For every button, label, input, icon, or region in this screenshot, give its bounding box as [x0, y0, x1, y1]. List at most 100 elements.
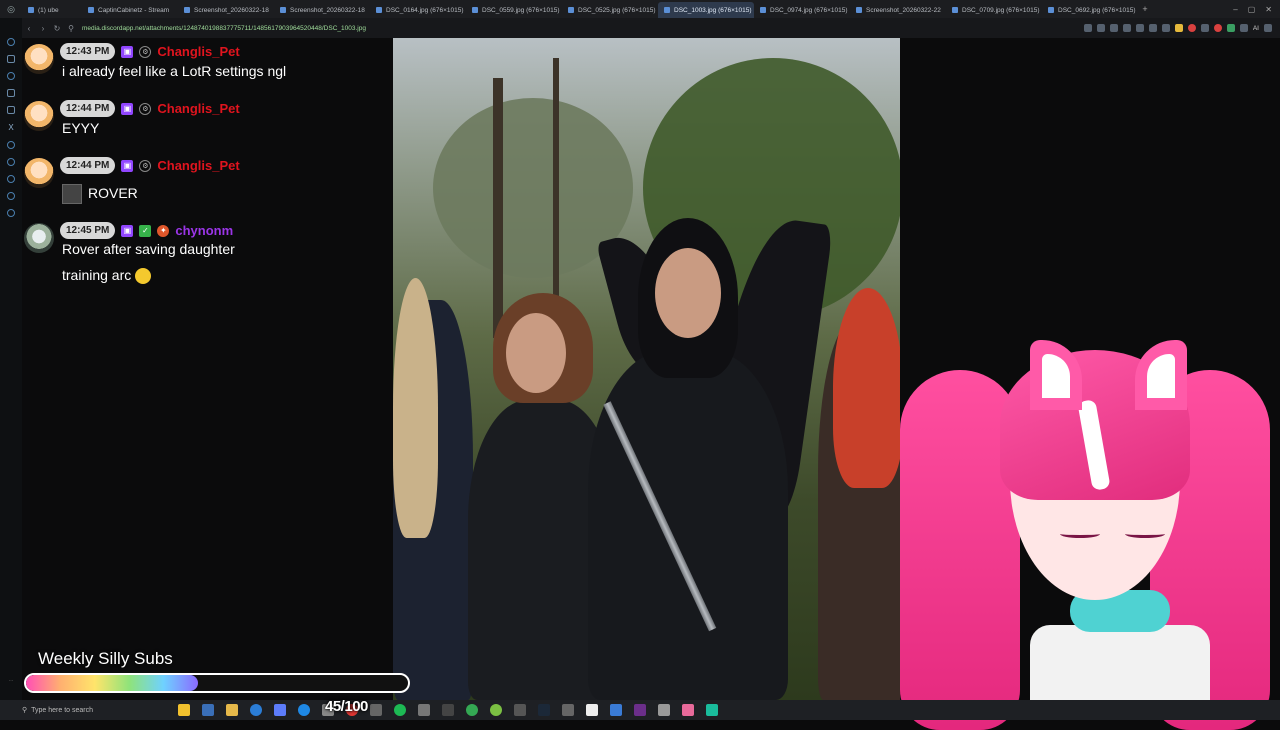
browser-tab[interactable]: DSC_0692.jpg (676×1015): [1042, 2, 1138, 18]
rail-clock-icon[interactable]: [7, 192, 15, 200]
moderator-badge-icon: ⚙: [139, 45, 152, 58]
search-icon: ⚲: [22, 707, 28, 714]
tab-favicon-icon: [856, 7, 862, 13]
avatar: [24, 158, 54, 188]
reload-icon[interactable]: ↻: [50, 24, 64, 33]
ai-button[interactable]: AI: [1253, 25, 1259, 32]
chrome-icon[interactable]: [466, 704, 478, 716]
tab-favicon-icon: [472, 7, 478, 13]
chat-username: Changlis_Pet: [157, 158, 240, 173]
search-input[interactable]: Type here to search: [31, 707, 93, 714]
app-icon[interactable]: [658, 704, 670, 716]
extension-toolbar: AI: [1083, 24, 1280, 32]
browser-tab[interactable]: DSC_0709.jpg (676×1015): [946, 2, 1042, 18]
steam-icon[interactable]: [538, 704, 550, 716]
browser-tab-strip: ◎ (1) ube CaptinCabinetz - Stream Screensh…: [0, 0, 1280, 18]
app-icon[interactable]: [490, 704, 502, 716]
browser-tab[interactable]: DSC_0525.jpg (676×1015): [562, 2, 658, 18]
download-icon[interactable]: [1096, 24, 1105, 32]
site-info-icon[interactable]: ⚲: [64, 24, 78, 33]
extensions-puzzle-icon[interactable]: [1239, 24, 1248, 32]
twitch-badge-icon: ▣: [121, 102, 134, 115]
browser-tab[interactable]: Screenshot_20260322-22: [850, 2, 946, 18]
browser-tab[interactable]: (1) ube: [22, 2, 82, 18]
extension-icon[interactable]: [1200, 24, 1209, 32]
moderator-badge-icon: ⚙: [139, 102, 152, 115]
forward-icon[interactable]: ›: [36, 24, 50, 33]
person-figure: [588, 350, 788, 700]
favorite-icon[interactable]: [1161, 24, 1170, 32]
browser-tab[interactable]: DSC_0164.jpg (676×1015): [370, 2, 466, 18]
browser-tab[interactable]: Screenshot_20260322-18: [178, 2, 274, 18]
chat-message-text: Rover after saving daughter: [62, 241, 235, 257]
browser-icon[interactable]: [250, 704, 262, 716]
new-tab-button[interactable]: +: [1138, 4, 1152, 14]
rail-messenger-icon[interactable]: [7, 89, 15, 97]
tab-label: DSC_0164.jpg (676×1015): [386, 6, 464, 14]
spotify-icon[interactable]: [394, 704, 406, 716]
tab-label: DSC_0974.jpg (676×1015): [770, 6, 848, 14]
windows-taskbar: ⚲ Type here to search: [0, 700, 1280, 720]
face-shape: [655, 248, 721, 338]
url-field[interactable]: media.discordapp.net/attachments/1248740…: [82, 25, 366, 32]
sparkle-icon[interactable]: [178, 704, 190, 716]
share-icon[interactable]: [1148, 24, 1157, 32]
browser-tab[interactable]: Screenshot_20260322-18: [274, 2, 370, 18]
folder-icon[interactable]: [226, 704, 238, 716]
app-icon[interactable]: [442, 704, 454, 716]
browser-tab[interactable]: DSC_1003.jpg (676×1015): [658, 2, 754, 18]
app-icon[interactable]: [610, 704, 622, 716]
cat-ear-icon: [1135, 340, 1187, 410]
tab-favicon-icon: [184, 7, 190, 13]
twitch-badge-icon: ▣: [121, 224, 134, 237]
app-icon[interactable]: [562, 704, 574, 716]
emoji-face-icon: [135, 268, 152, 285]
app-icon[interactable]: [514, 704, 526, 716]
rail-downloads-icon[interactable]: [7, 158, 15, 166]
play-icon[interactable]: [1135, 24, 1144, 32]
extension-green-icon[interactable]: [1226, 24, 1235, 32]
app-icon[interactable]: [370, 704, 382, 716]
browser-menu-icon[interactable]: ◎: [0, 0, 22, 18]
rail-notes-icon[interactable]: [7, 175, 15, 183]
taskview-icon[interactable]: [202, 704, 214, 716]
extension-record-icon[interactable]: [1213, 24, 1222, 32]
flame-badge-icon: ✦: [157, 224, 170, 237]
back-icon[interactable]: ‹: [22, 24, 36, 33]
app-icon[interactable]: [274, 704, 286, 716]
extension-bulb-icon[interactable]: [1174, 24, 1183, 32]
face-shape: [506, 313, 566, 393]
rail-more-icon[interactable]: ⋯: [9, 678, 14, 684]
minimize-icon[interactable]: –: [1233, 5, 1237, 14]
tab-favicon-icon: [88, 7, 94, 13]
maximize-icon[interactable]: ▢: [1248, 5, 1256, 14]
goal-progress-bar: [24, 673, 410, 693]
taskbar-search[interactable]: ⚲ Type here to search: [22, 702, 172, 718]
app-icon[interactable]: [682, 704, 694, 716]
image-viewer[interactable]: [393, 38, 900, 700]
reader-icon[interactable]: [1122, 24, 1131, 32]
browser-tab[interactable]: DSC_0974.jpg (676×1015): [754, 2, 850, 18]
rail-history-icon[interactable]: [7, 141, 15, 149]
sidebar-toggle-icon[interactable]: [1264, 24, 1272, 32]
verified-badge-icon: ✓: [139, 224, 152, 237]
rail-settings-icon[interactable]: [7, 209, 15, 217]
tab-list: (1) ube CaptinCabinetz - Stream Screenshot…: [22, 0, 1138, 18]
browser-tab[interactable]: CaptinCabinetz - Stream: [82, 2, 178, 18]
browser-tab[interactable]: DSC_0559.jpg (676×1015): [466, 2, 562, 18]
app-icon[interactable]: [634, 704, 646, 716]
extension-red-icon[interactable]: [1187, 24, 1196, 32]
zoom-icon[interactable]: [1083, 24, 1092, 32]
stream-chat-overlay: 12:43 PM ▣ ⚙ Changlis_Pet i already feel…: [22, 38, 393, 658]
notepad-icon[interactable]: [586, 704, 598, 716]
rail-twitch-icon[interactable]: [7, 106, 15, 114]
rail-reload-icon[interactable]: [7, 38, 15, 46]
app-icon[interactable]: [706, 704, 718, 716]
close-icon[interactable]: ✕: [1265, 5, 1272, 14]
app-icon[interactable]: [418, 704, 430, 716]
edge-icon[interactable]: [298, 704, 310, 716]
screenshot-icon[interactable]: [1109, 24, 1118, 32]
rail-whatsapp-icon[interactable]: [7, 72, 15, 80]
rail-bookmarks-icon[interactable]: [7, 55, 15, 63]
rail-x-icon[interactable]: X: [8, 123, 13, 132]
